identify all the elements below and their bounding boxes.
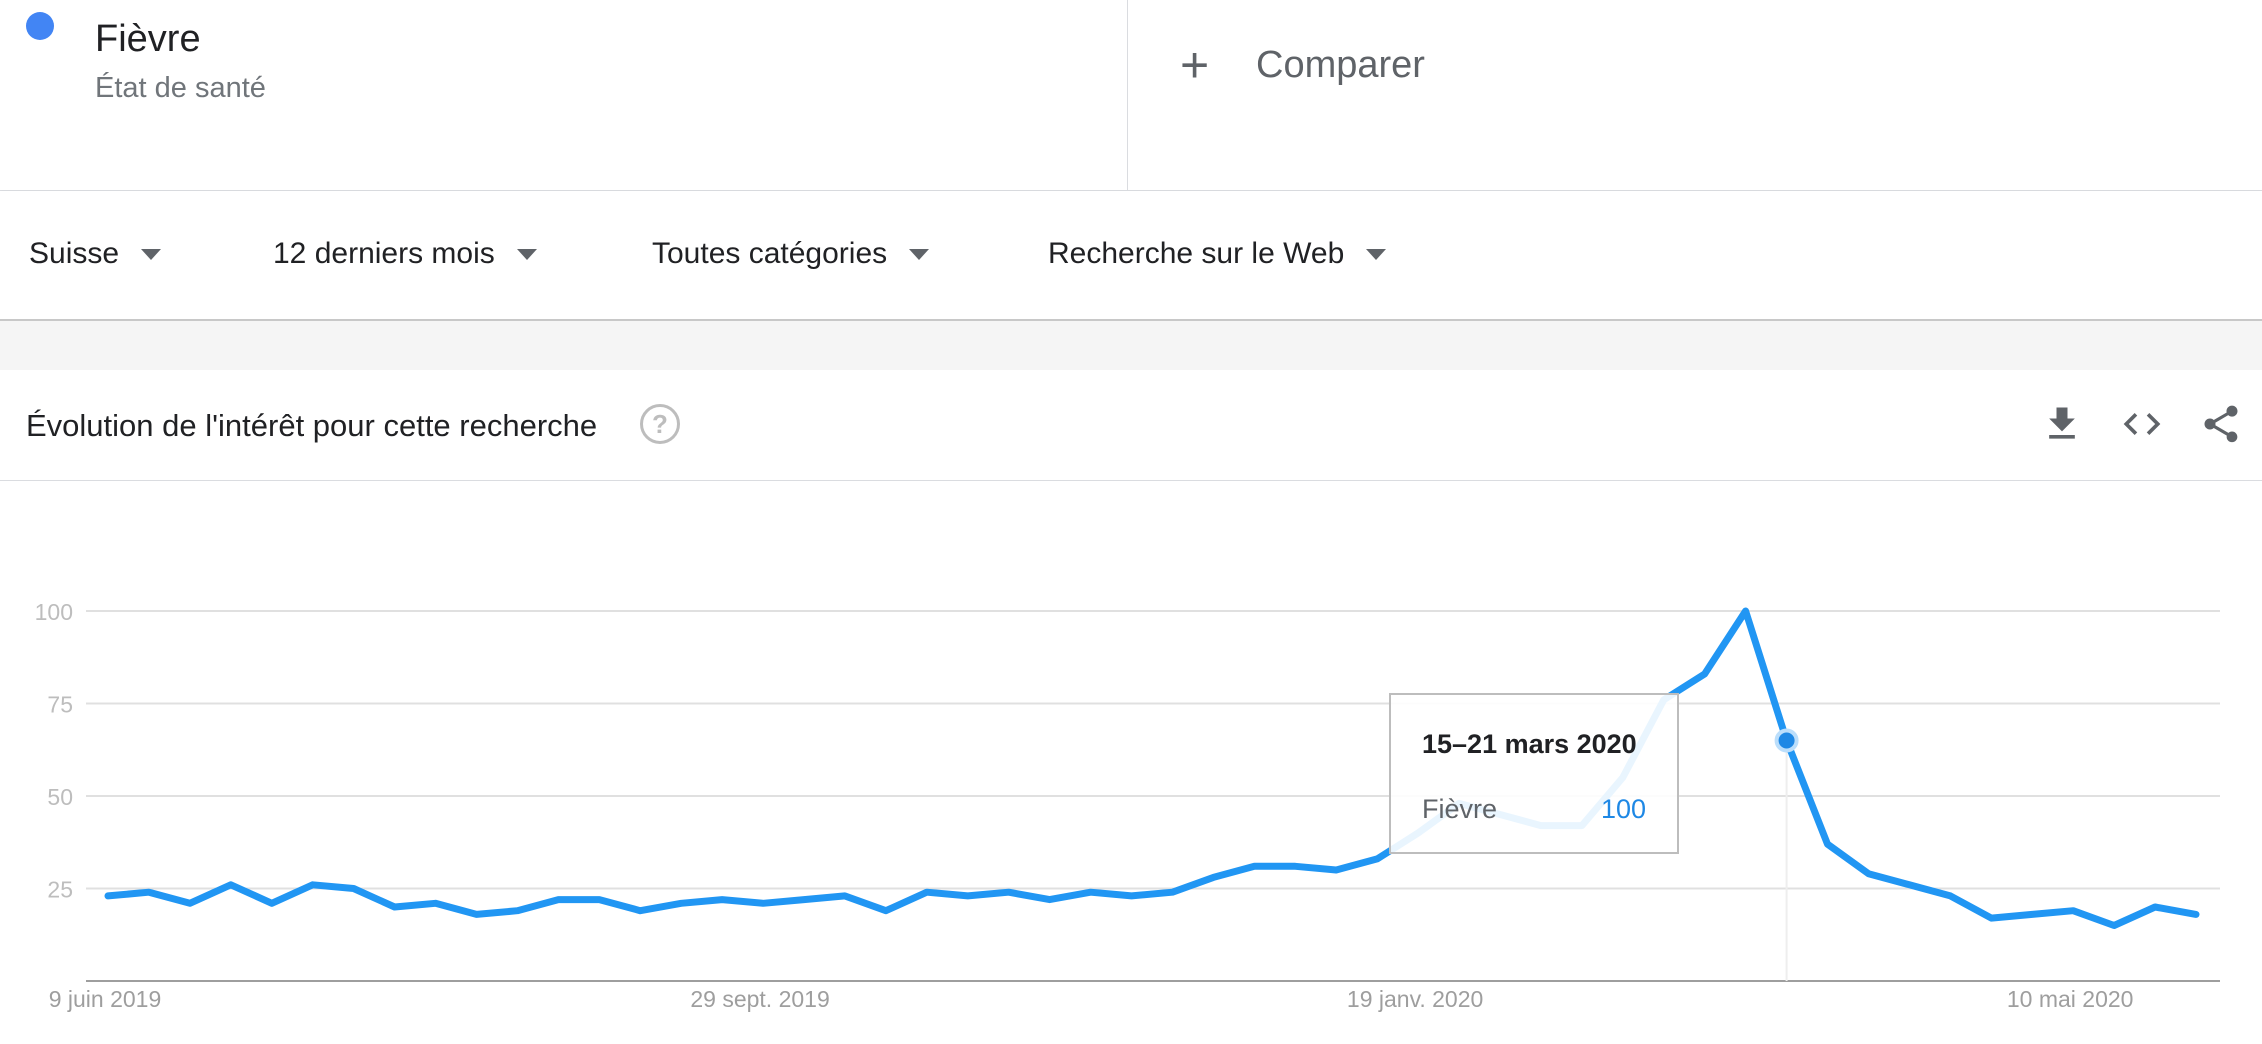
series-color-dot <box>26 12 54 40</box>
y-tick-label: 75 <box>47 692 73 718</box>
question-icon[interactable]: ? <box>640 404 680 444</box>
x-tick-label: 29 sept. 2019 <box>690 986 829 1012</box>
x-tick-label: 19 janv. 2020 <box>1347 986 1483 1012</box>
highlight-point <box>1774 728 1799 753</box>
download-icon[interactable] <box>2040 402 2084 446</box>
interest-panel-header: Évolution de l'intérêt pour cette recher… <box>0 370 2262 481</box>
chevron-down-icon <box>141 248 162 260</box>
filter-category-label: Toutes catégories <box>652 237 888 270</box>
y-tick-label: 100 <box>35 599 73 625</box>
plus-icon: + <box>1180 37 1210 93</box>
interest-over-time-chart[interactable]: 25 50 75 100 9 juin 2019 29 sept. 2019 19 janv… <box>0 482 2262 1044</box>
search-term-card[interactable]: Fièvre État de santé <box>0 0 1128 190</box>
search-term-name[interactable]: Fièvre <box>95 18 201 61</box>
filter-region-dropdown[interactable]: Suisse <box>29 237 162 271</box>
filter-search-type-label: Recherche sur le Web <box>1048 237 1345 270</box>
y-tick-label: 50 <box>47 784 73 810</box>
x-tick-label: 9 juin 2019 <box>49 986 162 1012</box>
search-term-bar: Fièvre État de santé + Comparer <box>0 0 2262 191</box>
compare-label: Comparer <box>1256 43 1425 86</box>
filter-period-dropdown[interactable]: 12 derniers mois <box>273 237 537 271</box>
chart-tooltip: 15–21 mars 2020 Fièvre 100 <box>1389 693 1679 854</box>
chevron-down-icon <box>516 248 537 260</box>
chevron-down-icon <box>909 248 930 260</box>
share-icon[interactable] <box>2199 402 2243 446</box>
compare-button[interactable]: + Comparer <box>1180 40 1425 90</box>
y-tick-label: 25 <box>47 877 73 903</box>
filter-search-type-dropdown[interactable]: Recherche sur le Web <box>1048 237 1387 271</box>
tooltip-date: 15–21 mars 2020 <box>1422 729 1637 759</box>
search-term-type: État de santé <box>95 72 266 104</box>
chevron-down-icon <box>1366 248 1387 260</box>
x-tick-label: 10 mai 2020 <box>2007 986 2134 1012</box>
filter-region-label: Suisse <box>29 237 120 270</box>
series-line-fievre <box>104 607 2200 929</box>
section-gap <box>0 321 2262 370</box>
tooltip-value: 100 <box>1600 794 1646 824</box>
filter-category-dropdown[interactable]: Toutes catégories <box>652 237 930 271</box>
filter-period-label: 12 derniers mois <box>273 237 495 270</box>
tooltip-series-name: Fièvre <box>1422 794 1498 824</box>
embed-code-icon[interactable] <box>2120 402 2164 446</box>
panel-title: Évolution de l'intérêt pour cette recher… <box>26 408 598 443</box>
filter-bar: Suisse 12 derniers mois Toutes catégorie… <box>0 191 2262 321</box>
